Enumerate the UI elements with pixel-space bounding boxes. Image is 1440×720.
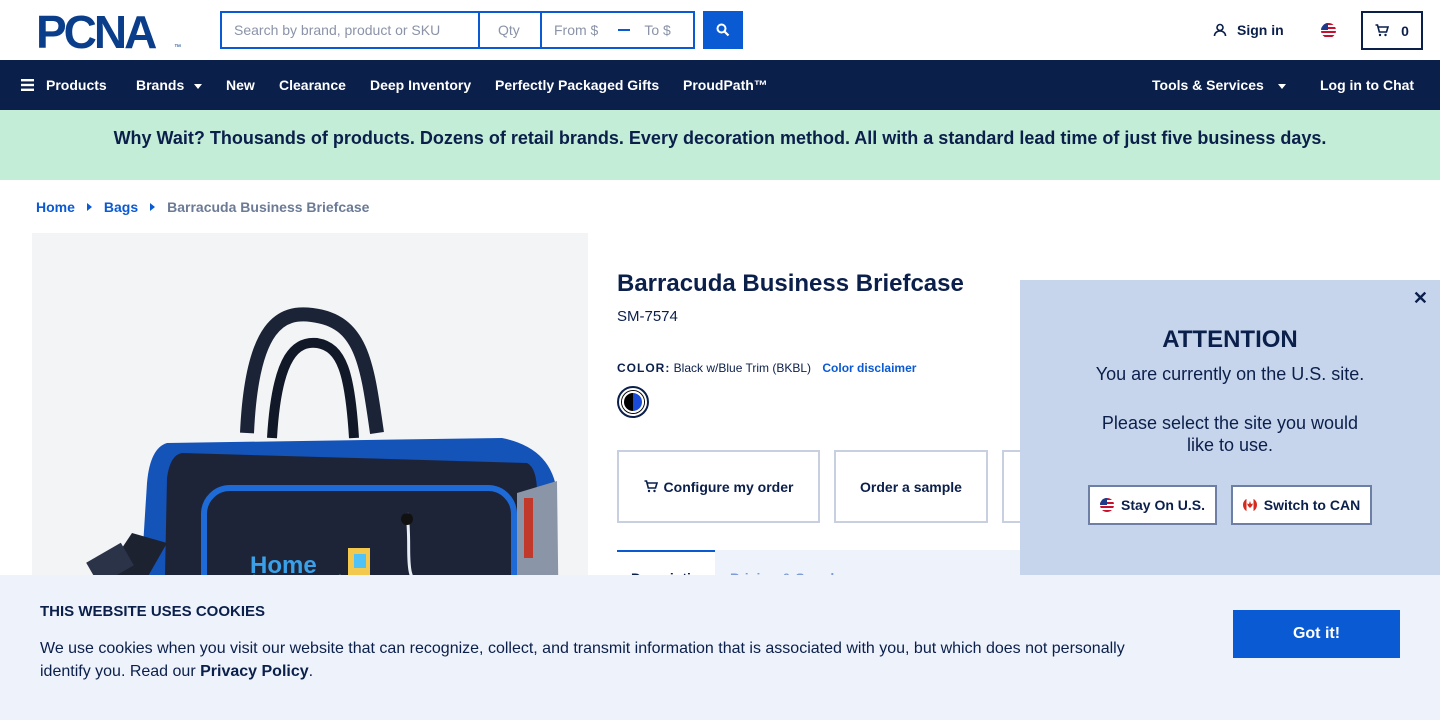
nav-deep-inventory[interactable]: Deep Inventory [370, 77, 471, 93]
swatch-fill [622, 391, 644, 413]
nav-new[interactable]: New [226, 77, 255, 93]
product-title: Barracuda Business Briefcase [617, 270, 964, 297]
cookie-banner: THIS WEBSITE USES COOKIES We use cookies… [0, 575, 1440, 720]
color-disclaimer-link[interactable]: Color disclaimer [822, 361, 916, 375]
promo-banner: Why Wait? Thousands of products. Dozens … [0, 110, 1440, 180]
breadcrumb-separator-icon [86, 203, 92, 211]
cookie-end: . [308, 663, 314, 680]
cart-count: 0 [1401, 22, 1409, 39]
breadcrumb: Home Bags Barracuda Business Briefcase [36, 199, 369, 215]
attention-prompt: Please select the site you would like to… [1101, 413, 1359, 455]
nav-brands[interactable]: Brands [136, 77, 203, 93]
nav-proudpath[interactable]: ProudPath™ [683, 77, 768, 93]
privacy-policy-link[interactable]: Privacy Policy [200, 663, 309, 680]
signin-label: Sign in [1237, 22, 1284, 38]
order-sample-label: Order a sample [860, 478, 962, 495]
country-flag-button[interactable] [1321, 23, 1336, 38]
search-button[interactable] [703, 11, 743, 49]
cart-button[interactable]: 0 [1361, 11, 1423, 50]
pcna-logo[interactable]: PCNA ™ [36, 6, 184, 58]
us-flag-icon [1099, 498, 1114, 512]
stay-us-button[interactable]: Stay On U.S. [1088, 485, 1217, 525]
nav-tools[interactable]: Tools & Services [1152, 77, 1286, 93]
cookie-title: THIS WEBSITE USES COOKIES [40, 603, 266, 620]
search-bar: Search by brand, product or SKU Qty From… [220, 11, 695, 49]
qty-placeholder: Qty [498, 22, 520, 38]
cookie-text: We use cookies when you visit our websit… [40, 637, 1150, 683]
nav-chat[interactable]: Log in to Chat [1320, 77, 1414, 93]
us-flag-icon [1321, 23, 1336, 38]
cart-icon [644, 480, 658, 493]
order-sample-button[interactable]: Order a sample [834, 450, 988, 523]
nav-tools-label: Tools & Services [1152, 77, 1264, 93]
top-header: PCNA ™ Search by brand, product or SKU Q… [0, 0, 1440, 60]
search-icon [716, 23, 730, 37]
close-icon[interactable]: ✕ [1413, 288, 1428, 309]
user-icon [1213, 23, 1227, 37]
breadcrumb-bags[interactable]: Bags [104, 199, 138, 215]
nav-products-label: Products [46, 77, 107, 93]
main-nav: Products Brands New Clearance Deep Inven… [0, 60, 1440, 110]
price-range-input: From $ To $ [542, 13, 693, 47]
range-dash [618, 29, 631, 31]
color-value: Black w/Blue Trim (BKBL) [673, 361, 812, 375]
price-from-input[interactable]: From $ [554, 22, 598, 38]
product-sku: SM-7574 [617, 308, 678, 325]
cookie-accept-button[interactable]: Got it! [1233, 610, 1400, 658]
breadcrumb-home[interactable]: Home [36, 199, 75, 215]
configure-order-label: Configure my order [663, 478, 794, 495]
nav-clearance[interactable]: Clearance [279, 77, 346, 93]
breadcrumb-current: Barracuda Business Briefcase [167, 199, 370, 215]
attention-message: You are currently on the U.S. site. [1095, 364, 1365, 384]
nav-brands-label: Brands [136, 77, 185, 93]
color-label: COLOR: [617, 361, 671, 375]
nav-products[interactable]: Products [21, 77, 107, 93]
chevron-down-icon [194, 83, 203, 89]
svg-text:™: ™ [174, 44, 181, 50]
breadcrumb-separator-icon [150, 203, 156, 211]
color-info: COLOR: Black w/Blue Trim (BKBL) Color di… [617, 361, 916, 375]
chevron-down-icon [1277, 83, 1286, 89]
configure-order-button[interactable]: Configure my order [617, 450, 820, 523]
menu-icon [21, 79, 34, 91]
qty-input[interactable]: Qty [480, 13, 542, 47]
price-to-input[interactable]: To $ [644, 22, 670, 38]
stay-us-label: Stay On U.S. [1120, 497, 1206, 513]
nav-gifts[interactable]: Perfectly Packaged Gifts [495, 77, 659, 93]
color-swatch-bkbl[interactable] [617, 386, 649, 418]
switch-can-label: Switch to CAN [1263, 497, 1361, 513]
attention-title: ATTENTION [1162, 326, 1298, 353]
cart-icon [1375, 24, 1390, 37]
site-selector-panel: ✕ ATTENTION You are currently on the U.S… [1020, 280, 1440, 575]
search-placeholder: Search by brand, product or SKU [234, 22, 441, 38]
promo-text: Why Wait? Thousands of products. Dozens … [113, 127, 1327, 148]
switch-can-button[interactable]: Switch to CAN [1231, 485, 1372, 525]
search-input[interactable]: Search by brand, product or SKU [222, 13, 480, 47]
canada-flag-icon [1242, 498, 1257, 512]
logo-text: PCNA [36, 12, 156, 50]
signin-button[interactable]: Sign in [1213, 22, 1284, 38]
